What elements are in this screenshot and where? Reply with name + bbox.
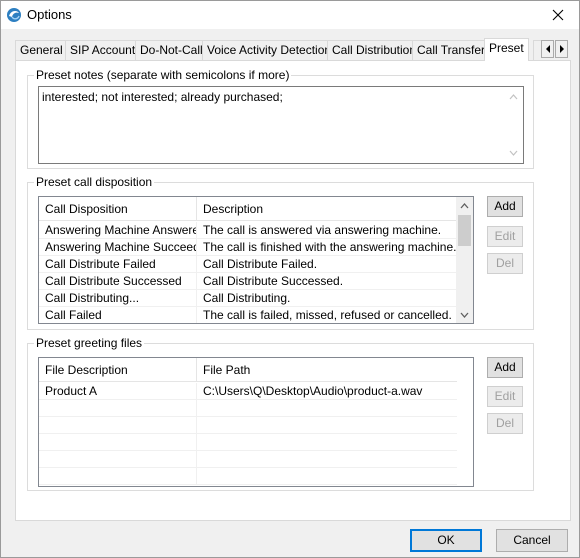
empty-cell (39, 400, 197, 417)
description-cell: The call is finished with the answering … (203, 240, 457, 254)
tab-strip: General SIP Account Do-Not-Call Voice Ac… (15, 38, 571, 61)
table-row[interactable]: Product A C:\Users\Q\Desktop\Audio\produ… (39, 383, 457, 400)
empty-row (39, 434, 457, 451)
call-disposition-legend: Preset call disposition (34, 175, 155, 189)
disposition-cell: Call Distribute Successed (39, 273, 197, 290)
empty-row (39, 451, 457, 468)
app-icon (6, 7, 22, 23)
cancel-button[interactable]: Cancel (496, 529, 568, 552)
description-cell: Call Distribute Failed. (203, 257, 318, 271)
table-row[interactable]: Answering Machine Succeeded The call is … (39, 239, 457, 256)
disposition-del-button[interactable]: Del (487, 253, 523, 274)
preset-tab-panel: Preset notes (separate with semicolons i… (15, 60, 571, 521)
disposition-cell: Call Distribute Failed (39, 256, 197, 273)
table-row[interactable]: Call Failed The call is failed, missed, … (39, 307, 457, 323)
tab-label: SIP Account (70, 43, 136, 57)
chevron-right-icon[interactable] (555, 40, 568, 58)
disposition-cell: Call Failed (39, 307, 197, 323)
disposition-cell: Answering Machine Answered (39, 222, 197, 239)
call-disposition-scrollbar[interactable] (456, 197, 473, 323)
ok-button[interactable]: OK (410, 529, 482, 552)
empty-cell (39, 434, 197, 451)
empty-cell (39, 417, 197, 434)
tab-sip-account[interactable]: SIP Account (65, 40, 141, 60)
scroll-down-icon[interactable] (456, 306, 473, 323)
description-cell: Call Distribute Successed. (203, 274, 344, 288)
column-header-file-description[interactable]: File Description (39, 358, 197, 382)
notes-scrollbar[interactable] (505, 88, 522, 162)
list-header: File Description File Path (39, 358, 457, 382)
greeting-files-legend: Preset greeting files (34, 336, 145, 350)
preset-notes-legend: Preset notes (separate with semicolons i… (34, 68, 292, 82)
description-cell: The call is failed, missed, refused or c… (203, 308, 452, 322)
tab-label: General (20, 43, 63, 57)
close-icon[interactable] (541, 1, 575, 29)
disposition-cell: Call Distributing... (39, 290, 197, 307)
preset-notes-value: interested; not interested; already purc… (42, 90, 283, 104)
call-disposition-group: Preset call disposition Call Disposition… (27, 175, 534, 330)
tab-label: Call Transfer (417, 43, 486, 57)
tab-call-transfer[interactable]: Call Transfer (412, 40, 491, 60)
tab-preset[interactable]: Preset (484, 38, 529, 61)
greeting-files-group: Preset greeting files File Description F… (27, 336, 534, 491)
table-row[interactable]: Call Distribute Failed Call Distribute F… (39, 256, 457, 273)
call-disposition-list[interactable]: Call Disposition Description Answering M… (38, 196, 474, 324)
empty-row (39, 468, 457, 485)
tab-general[interactable]: General (15, 40, 68, 60)
scroll-up-icon[interactable] (456, 197, 473, 214)
description-cell: The call is answered via answering machi… (203, 223, 442, 237)
table-row[interactable]: Call Distributing... Call Distributing. (39, 290, 457, 307)
disposition-edit-button[interactable]: Edit (487, 226, 523, 247)
tab-label: Do-Not-Call (140, 43, 203, 57)
disposition-cell: Answering Machine Succeeded (39, 239, 197, 256)
file-path-cell: C:\Users\Q\Desktop\Audio\product-a.wav (203, 384, 423, 398)
table-row[interactable]: Call Distribute Successed Call Distribut… (39, 273, 457, 290)
preset-notes-group: Preset notes (separate with semicolons i… (27, 68, 534, 169)
window-title: Options (27, 7, 72, 22)
greeting-add-button[interactable]: Add (487, 357, 523, 378)
tab-call-distribution[interactable]: Call Distribution (327, 40, 422, 60)
file-description-cell: Product A (39, 383, 197, 400)
tab-voice-activity-detection[interactable]: Voice Activity Detection (202, 40, 337, 60)
tab-label: Voice Activity Detection (207, 43, 332, 57)
chevron-left-icon[interactable] (541, 40, 554, 58)
tab-do-not-call[interactable]: Do-Not-Call (135, 40, 208, 60)
column-header-description[interactable]: Description (197, 197, 457, 221)
greeting-del-button[interactable]: Del (487, 413, 523, 434)
description-cell: Call Distributing. (203, 291, 291, 305)
empty-row (39, 400, 457, 417)
greeting-files-list[interactable]: File Description File Path Product A C:\… (38, 357, 474, 487)
empty-row (39, 417, 457, 434)
list-header: Call Disposition Description (39, 197, 457, 221)
preset-notes-textarea[interactable]: interested; not interested; already purc… (38, 86, 524, 164)
title-bar: Options (1, 1, 579, 29)
options-window: Options General SIP Account Do-Not-Call … (0, 0, 580, 558)
column-header-file-path[interactable]: File Path (197, 358, 457, 382)
empty-cell (39, 451, 197, 468)
tab-label: Preset (489, 41, 524, 55)
empty-cell (39, 468, 197, 485)
greeting-edit-button[interactable]: Edit (487, 386, 523, 407)
column-header-call-disposition[interactable]: Call Disposition (39, 197, 197, 221)
table-row[interactable]: Answering Machine Answered The call is a… (39, 222, 457, 239)
scroll-thumb[interactable] (458, 215, 471, 246)
tab-label: Call Distribution (332, 43, 417, 57)
disposition-add-button[interactable]: Add (487, 196, 523, 217)
